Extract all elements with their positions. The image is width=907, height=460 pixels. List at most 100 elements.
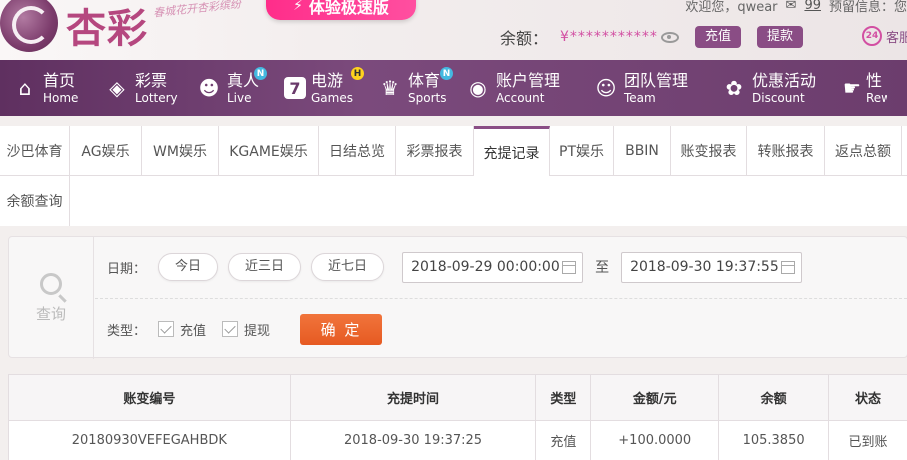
promo-fast-version-button[interactable]: ⚡ 体验极速版 bbox=[266, 0, 416, 20]
withdraw-button[interactable]: 提款 bbox=[756, 26, 803, 48]
nav-sublabel: Lottery bbox=[135, 90, 178, 105]
tab-row-2: 余额查询 bbox=[0, 176, 907, 226]
nav-label: 账户管理 bbox=[496, 70, 561, 90]
tab-balance-change-report[interactable]: 账变报表 bbox=[671, 126, 747, 176]
tab-balance-query[interactable]: 余额查询 bbox=[0, 176, 70, 226]
nav-item-games[interactable]: 7 电游 Games H bbox=[284, 60, 377, 116]
service-24-icon: 24 bbox=[862, 26, 882, 46]
table-row[interactable]: 20180930VEFEGAHBDK 2018-09-30 19:37:25 充… bbox=[8, 420, 907, 460]
customer-service-link[interactable]: 24 客服 bbox=[862, 26, 907, 46]
tab-wm[interactable]: WM娱乐 bbox=[142, 126, 219, 176]
end-date-value: 2018-09-30 19:37:55 bbox=[630, 259, 779, 275]
welcome-text: 欢迎您，qwear bbox=[685, 0, 778, 15]
nav-item-account[interactable]: ◉ 账户管理 Account bbox=[465, 60, 589, 116]
search-icon bbox=[40, 272, 62, 295]
main-nav: ⌂ 首页 Home ◈ 彩票 Lottery ☻ 真人 Live N 7 电游 Game… bbox=[0, 60, 907, 116]
query-filter-panel: 查询 日期： 今日 近三日 近七日 2018-09-29 00:00:00 至 … bbox=[8, 236, 907, 359]
tab-daily-overview[interactable]: 日结总览 bbox=[319, 126, 396, 176]
nav-sublabel: Account bbox=[496, 90, 545, 105]
nav-sublabel: Live bbox=[227, 90, 252, 105]
team-icon: ☺ bbox=[595, 76, 617, 100]
transaction-id-cell: 20180930VEFEGAHBDK bbox=[8, 420, 291, 460]
filter-divider bbox=[95, 298, 907, 299]
hand-icon: ☛ bbox=[843, 76, 861, 100]
balance-masked-value: ¥*********** bbox=[560, 29, 658, 45]
logo-mark-icon[interactable] bbox=[0, 0, 58, 52]
last-7-days-button[interactable]: 近七日 bbox=[311, 253, 385, 281]
last-3-days-button[interactable]: 近三日 bbox=[228, 253, 302, 281]
username: qwear bbox=[737, 0, 778, 15]
tab-ag[interactable]: AG娱乐 bbox=[70, 126, 142, 176]
tab-kgame[interactable]: KGAME娱乐 bbox=[219, 126, 319, 176]
tab-bbin[interactable]: BBIN bbox=[614, 126, 671, 176]
start-date-input[interactable]: 2018-09-29 00:00:00 bbox=[402, 251, 584, 283]
tab-rebate-total[interactable]: 返点总额 bbox=[825, 126, 902, 176]
tab-lottery-report[interactable]: 彩票报表 bbox=[396, 126, 474, 176]
new-badge: N bbox=[440, 67, 453, 80]
recharge-checkbox-label: 充值 bbox=[180, 323, 207, 339]
nav-label: 首页 bbox=[43, 70, 76, 90]
withdraw-checkbox-label: 提现 bbox=[244, 323, 271, 339]
column-header: 充提时间 bbox=[289, 374, 537, 421]
header: 杏彩 春城花开杏彩缤纷 ⚡ 体验极速版 欢迎您，qwear ✉ 99 预留信息：… bbox=[0, 0, 907, 60]
records-table: 账变编号 充提时间 类型 金额/元 余额 状态 20180930VEFEGAHB… bbox=[8, 374, 907, 460]
nav-item-sports[interactable]: ♛ 体育 Sports N bbox=[377, 60, 465, 116]
calendar-icon[interactable] bbox=[562, 260, 577, 274]
amount-cell: +100.0000 bbox=[590, 420, 720, 460]
time-cell: 2018-09-30 19:37:25 bbox=[289, 420, 537, 460]
tab-pt[interactable]: PT娱乐 bbox=[550, 126, 614, 176]
type-filter-row: 类型： 充值 提现 确 定 bbox=[107, 313, 383, 345]
person-icon: ☻ bbox=[198, 76, 220, 100]
nav-item-rewards[interactable]: ☛ 性 Rew bbox=[841, 60, 887, 116]
tab-row: 沙巴体育 AG娱乐 WM娱乐 KGAME娱乐 日结总览 彩票报表 充提记录 PT… bbox=[0, 126, 907, 176]
checkbox-icon[interactable] bbox=[222, 321, 239, 337]
withdraw-checkbox[interactable]: 提现 bbox=[222, 320, 270, 339]
date-filter-row: 日期： 今日 近三日 近七日 2018-09-29 00:00:00 至 201… bbox=[107, 251, 803, 283]
nav-item-team[interactable]: ☺ 团队管理 Team bbox=[589, 60, 717, 116]
column-header: 账变编号 bbox=[8, 374, 291, 421]
checkbox-icon[interactable] bbox=[158, 321, 175, 337]
new-badge: N bbox=[254, 67, 267, 80]
report-tabs: 沙巴体育 AG娱乐 WM娱乐 KGAME娱乐 日结总览 彩票报表 充提记录 PT… bbox=[0, 126, 907, 226]
gift-icon: ✿ bbox=[725, 76, 743, 100]
confirm-button[interactable]: 确 定 bbox=[300, 313, 383, 345]
end-date-input[interactable]: 2018-09-30 19:37:55 bbox=[621, 251, 803, 283]
type-cell: 充值 bbox=[535, 420, 592, 460]
home-icon: ⌂ bbox=[18, 76, 32, 100]
eye-icon[interactable] bbox=[660, 31, 679, 43]
welcome-row: 欢迎您，qwear ✉ 99 预留信息：您 bbox=[685, 0, 907, 15]
tab-transfer-report[interactable]: 转账报表 bbox=[747, 126, 825, 176]
mail-icon[interactable]: ✉ bbox=[786, 0, 797, 13]
nav-item-live[interactable]: ☻ 真人 Live N bbox=[192, 60, 284, 116]
column-header: 状态 bbox=[828, 374, 907, 421]
nav-sublabel: Home bbox=[43, 90, 79, 105]
tab-deposit-withdraw-records[interactable]: 充提记录 bbox=[474, 126, 550, 176]
query-section: 查询 bbox=[9, 237, 94, 359]
nav-sublabel: Team bbox=[624, 90, 656, 105]
nav-label: 团队管理 bbox=[624, 70, 689, 90]
nav-item-discount[interactable]: ✿ 优惠活动 Discount bbox=[717, 60, 841, 116]
nav-sublabel: Rew bbox=[865, 90, 887, 105]
nav-label: 优惠活动 bbox=[752, 70, 817, 90]
today-button[interactable]: 今日 bbox=[158, 253, 219, 281]
account-icon: ◉ bbox=[469, 76, 487, 100]
tab-saba-sports[interactable]: 沙巴体育 bbox=[0, 126, 70, 176]
recharge-checkbox[interactable]: 充值 bbox=[158, 320, 206, 339]
column-header: 金额/元 bbox=[590, 374, 720, 421]
nav-label: 电游 bbox=[311, 70, 344, 90]
balance-label: 余额： bbox=[500, 29, 549, 48]
nav-item-lottery[interactable]: ◈ 彩票 Lottery bbox=[86, 60, 192, 116]
seven-icon: 7 bbox=[284, 77, 306, 99]
promo-label: 体验极速版 bbox=[308, 0, 389, 17]
nav-item-home[interactable]: ⌂ 首页 Home bbox=[0, 60, 86, 116]
column-header: 余额 bbox=[718, 374, 830, 421]
balance-cell: 105.3850 bbox=[718, 420, 830, 460]
slogan: 春城花开杏彩缤纷 bbox=[152, 0, 242, 20]
lightning-icon: ⚡ bbox=[293, 0, 303, 14]
date-label: 日期： bbox=[107, 261, 147, 277]
calendar-icon[interactable] bbox=[781, 260, 796, 274]
trophy-icon: ♛ bbox=[381, 76, 399, 100]
mail-count[interactable]: 99 bbox=[804, 0, 821, 13]
recharge-button[interactable]: 充值 bbox=[694, 26, 741, 48]
logo-text[interactable]: 杏彩 bbox=[66, 0, 148, 54]
